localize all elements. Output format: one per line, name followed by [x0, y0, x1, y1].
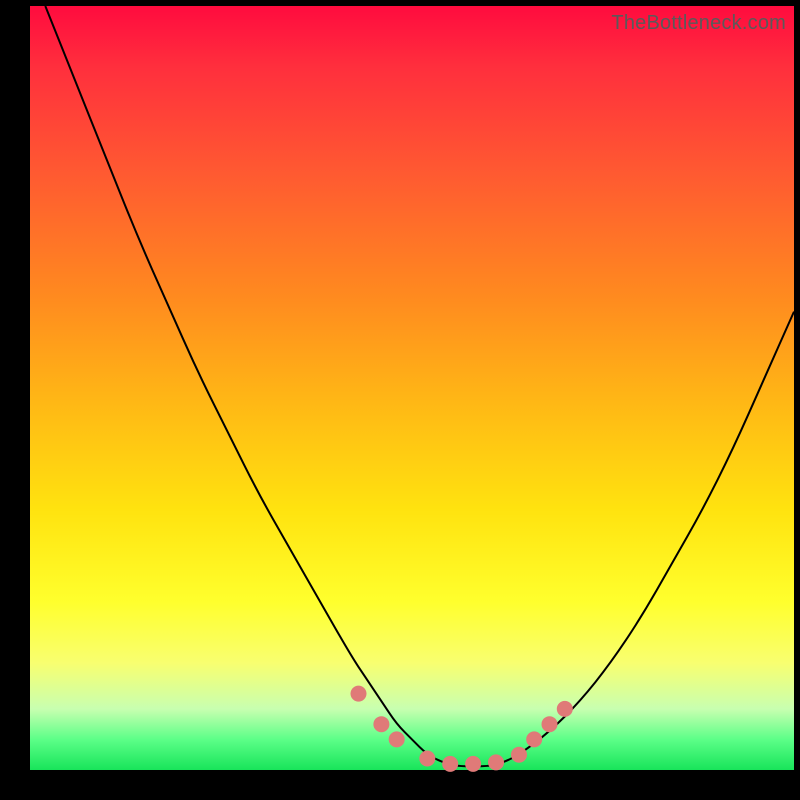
curve-marker — [351, 686, 367, 702]
curve-marker — [511, 747, 527, 763]
curve-markers — [351, 686, 573, 772]
curve-marker — [542, 716, 558, 732]
chart-frame: TheBottleneck.com — [0, 0, 800, 800]
curve-marker — [526, 731, 542, 747]
plot-area: TheBottleneck.com — [30, 6, 794, 770]
curve-marker — [419, 751, 435, 767]
curve-marker — [488, 754, 504, 770]
curve-marker — [442, 756, 458, 772]
curve-marker — [389, 731, 405, 747]
bottleneck-curve-svg — [30, 6, 794, 770]
curve-marker — [557, 701, 573, 717]
curve-marker — [465, 756, 481, 772]
curve-marker — [373, 716, 389, 732]
bottleneck-curve — [45, 6, 794, 766]
